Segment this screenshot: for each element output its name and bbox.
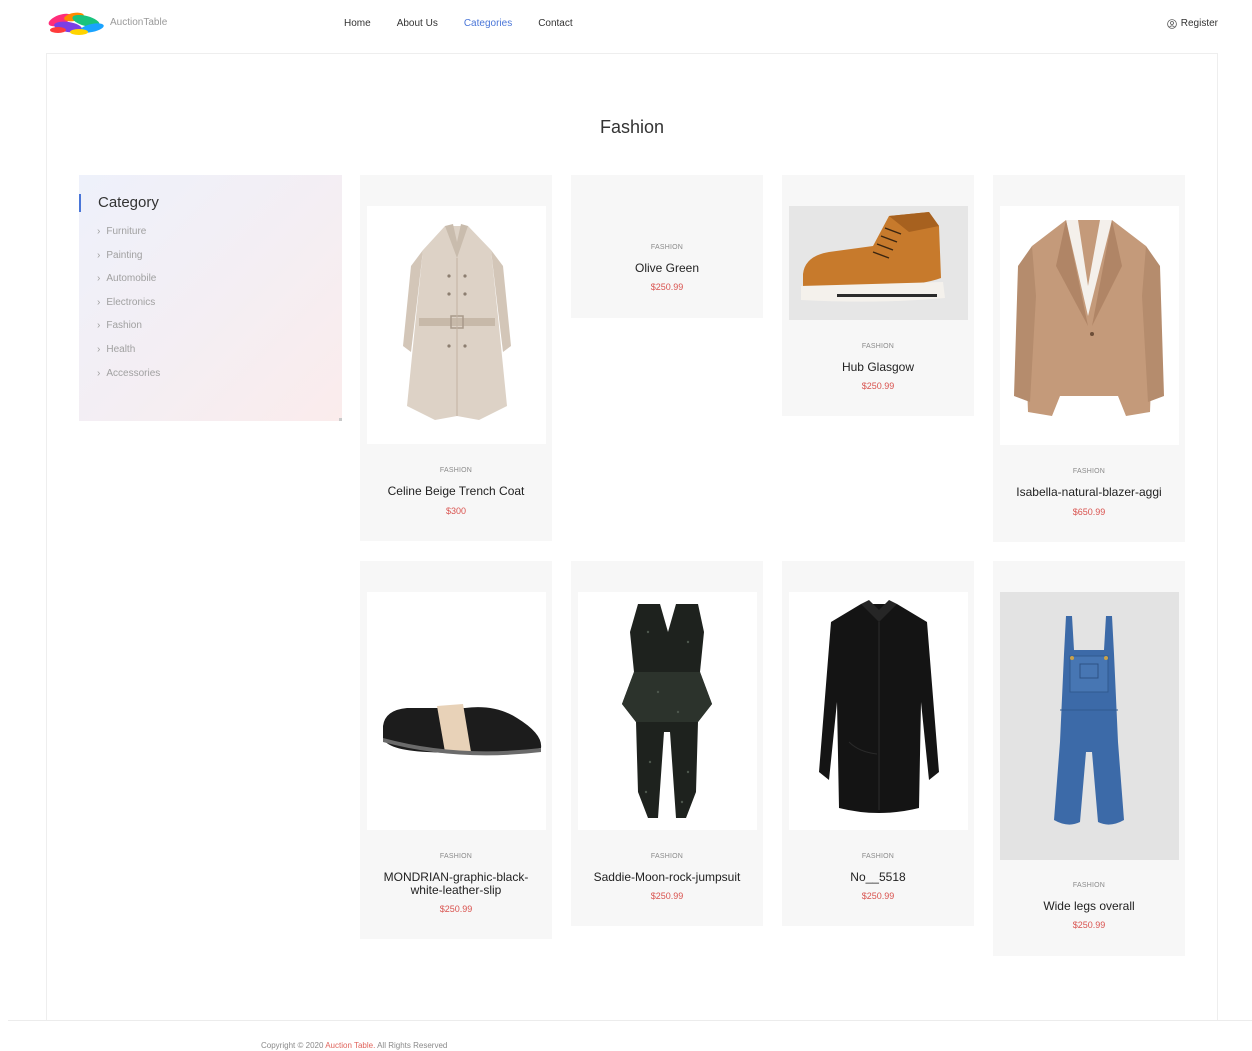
jumpsuit-icon (622, 604, 712, 818)
category-item-fashion[interactable]: › Fashion (97, 320, 160, 344)
nav-categories[interactable]: Categories (464, 18, 512, 29)
register-label: Register (1180, 18, 1218, 29)
denim-overall-icon (1054, 616, 1124, 825)
product-category: FASHION (439, 853, 473, 860)
chevron-right-icon: › (97, 367, 101, 379)
product-price: $250.99 (650, 282, 684, 292)
product-name[interactable]: Isabella-natural-blazer-aggi (993, 486, 1185, 499)
copyright-icon: © (297, 1041, 304, 1050)
product-image-sneaker[interactable] (789, 206, 968, 320)
footer-brand-link[interactable]: Auction Table. (325, 1041, 375, 1050)
chevron-right-icon: › (97, 226, 101, 237)
sneaker-icon (801, 212, 945, 302)
product-image-blazer[interactable] (1000, 206, 1179, 445)
product-price: $300 (445, 506, 467, 516)
product-category: FASHION (650, 853, 684, 860)
main-nav: Home About Us Categories Contact (344, 18, 573, 29)
product-image-trench-coat[interactable] (367, 206, 546, 444)
page-title: Fashion (599, 117, 665, 137)
logo-text[interactable]: AuctionTable (110, 17, 167, 28)
user-icon (1166, 18, 1177, 29)
category-item-health[interactable]: › Health (97, 344, 160, 368)
chevron-right-icon: › (97, 249, 101, 261)
chevron-right-icon: › (97, 320, 101, 332)
product-category: FASHION (1072, 468, 1106, 475)
product-image-denim-overall[interactable] (1000, 592, 1179, 860)
product-price: $250.99 (650, 891, 684, 901)
product-name[interactable]: Wide legs overall (993, 900, 1185, 913)
loafer-icon (383, 704, 542, 756)
black-shirt-icon (819, 600, 939, 813)
product-card[interactable]: FASHION No__5518 $250.99 (782, 561, 974, 926)
category-item-furniture[interactable]: › Furniture (97, 226, 160, 250)
product-image-black-shirt[interactable] (789, 592, 968, 830)
chevron-right-icon: › (97, 273, 101, 285)
resize-handle (339, 418, 342, 421)
product-price: $250.99 (861, 381, 895, 391)
product-name[interactable]: Celine Beige Trench Coat (360, 485, 552, 498)
category-item-accessories[interactable]: › Accessories (97, 368, 160, 392)
logo-icon[interactable] (46, 10, 110, 36)
register-link[interactable]: Register (1166, 18, 1218, 29)
chevron-right-icon: › (97, 343, 101, 355)
product-category: FASHION (1072, 882, 1106, 889)
product-price: $250.99 (439, 904, 473, 914)
product-price: $250.99 (1072, 920, 1106, 930)
category-item-automobile[interactable]: › Automobile (97, 273, 160, 297)
trench-coat-icon (403, 224, 511, 420)
product-name[interactable]: Olive Green (571, 262, 763, 275)
product-category: FASHION (650, 244, 684, 251)
sidebar-accent-bar (79, 194, 81, 212)
product-card[interactable]: FASHION Saddie-Moon-rock-jumpsuit $250.9… (571, 561, 763, 926)
nav-contact[interactable]: Contact (538, 18, 572, 29)
product-price: $250.99 (861, 891, 895, 901)
category-list: › Furniture › Painting › Automobile › Electr… (97, 226, 160, 391)
nav-about-us[interactable]: About Us (397, 18, 438, 29)
blazer-icon (1014, 220, 1164, 416)
copyright-text: Copyright © 2020 Auction Table. All Righ… (261, 1041, 448, 1050)
product-category: FASHION (439, 467, 473, 474)
product-name[interactable]: No__5518 (782, 871, 974, 884)
product-card[interactable]: FASHION Olive Green $250.99 (571, 175, 763, 318)
product-name[interactable]: Saddie-Moon-rock-jumpsuit (571, 871, 763, 884)
category-sidebar: Category › Furniture › Painting › Automobil… (79, 175, 342, 421)
product-category: FASHION (861, 343, 895, 350)
product-card[interactable]: FASHION Wide legs overall $250.99 (993, 561, 1185, 956)
product-image-loafer[interactable] (367, 592, 546, 830)
category-item-electronics[interactable]: › Electronics (97, 297, 160, 321)
product-image-jumpsuit[interactable] (578, 592, 757, 830)
category-item-painting[interactable]: › Painting (97, 250, 160, 274)
header: AuctionTable Home About Us Categories Co… (0, 0, 1252, 50)
product-card[interactable]: FASHION Hub Glasgow $250.99 (782, 175, 974, 416)
product-price: $650.99 (1072, 507, 1106, 517)
product-card[interactable]: FASHION Isabella-natural-blazer-aggi $65… (993, 175, 1185, 542)
product-name[interactable]: Hub Glasgow (782, 361, 974, 374)
nav-home[interactable]: Home (344, 18, 371, 29)
sidebar-title: Category (98, 194, 159, 211)
product-card[interactable]: FASHION Celine Beige Trench Coat $300 (360, 175, 552, 541)
footer-divider (8, 1020, 1252, 1021)
product-category: FASHION (861, 853, 895, 860)
chevron-right-icon: › (97, 296, 101, 308)
product-name[interactable]: MONDRIAN-graphic-black- white-leather-sl… (360, 871, 552, 897)
product-card[interactable]: FASHION MONDRIAN-graphic-black- white-le… (360, 561, 552, 939)
